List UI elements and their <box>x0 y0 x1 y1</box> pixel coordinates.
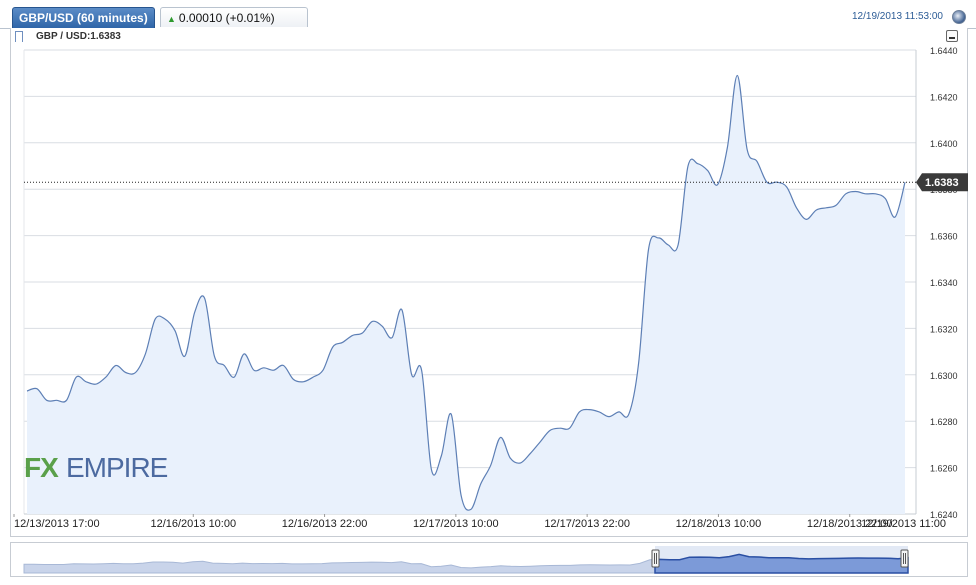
area-layer <box>26 74 906 515</box>
y-tick-label: 1.6260 <box>930 464 958 474</box>
y-axis-ticks: 1.64401.64201.64001.63801.63601.63401.63… <box>930 46 958 520</box>
x-tick-label: 12/18/2013 10:00 <box>676 518 762 530</box>
x-tick-label: 12/16/2013 22:00 <box>282 518 368 530</box>
x-tick-label: 12/13/2013 17:00 <box>14 518 100 530</box>
y-tick-label: 1.6300 <box>930 371 958 381</box>
fxempire-logo: FX EMPIRE <box>24 452 169 483</box>
range-navigator[interactable] <box>10 542 968 577</box>
x-axis-ticks: 12/13/2013 17:00 12/16/2013 10:00 12/16/20… <box>13 514 947 530</box>
x-tick-label: 12/19/2013 11:00 <box>861 518 946 530</box>
y-tick-label: 1.6420 <box>930 92 958 102</box>
y-tick-label: 1.6320 <box>930 324 958 334</box>
y-tick-label: 1.6440 <box>930 46 958 56</box>
y-tick-label: 1.6340 <box>930 278 958 288</box>
y-tick-label: 1.6280 <box>930 417 958 427</box>
x-tick-label: 12/16/2013 10:00 <box>150 518 236 530</box>
price-area-fill <box>27 75 905 515</box>
current-price-label: 1.6383 <box>925 177 959 189</box>
x-tick-label: 12/17/2013 22:00 <box>544 518 630 530</box>
current-price-marker: 1.6383 <box>916 173 968 192</box>
x-tick-label: 12/17/2013 10:00 <box>413 518 499 530</box>
logo-empire-part: EMPIRE <box>66 452 168 483</box>
y-tick-label: 1.6360 <box>930 232 958 242</box>
price-chart[interactable]: 1.64401.64201.64001.63801.63601.63401.63… <box>0 0 976 540</box>
y-tick-label: 1.6400 <box>930 139 958 149</box>
logo-fx-part: FX <box>24 452 59 483</box>
